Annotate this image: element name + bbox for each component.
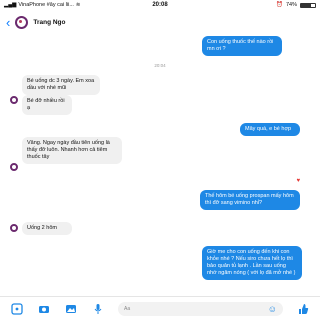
- signal-icon: ▂▄▆: [4, 2, 17, 8]
- message-out[interactable]: Mây quá, e bé hợp: [240, 123, 300, 136]
- avatar: [10, 96, 18, 104]
- battery-icon: [300, 2, 316, 8]
- image-icon[interactable]: [64, 302, 78, 316]
- contact-name[interactable]: Trang Ngo: [33, 19, 65, 26]
- chat-header: ‹ Trang Ngo: [0, 11, 320, 33]
- emoji-icon[interactable]: ☺: [268, 304, 277, 314]
- message-in[interactable]: Uống 2 hôm: [22, 222, 72, 235]
- clock: 20:08: [152, 2, 168, 8]
- composer-bar: Aa ☺: [0, 296, 320, 320]
- carrier-group: ▂▄▆ VinaPhone #ây cai lii... ≋: [4, 2, 81, 8]
- heart-reaction-icon: ♥: [296, 178, 300, 184]
- battery-percent: 74%: [285, 2, 297, 8]
- message-input-placeholder: Aa: [124, 305, 131, 312]
- battery-group: ⏰ 74%: [276, 2, 316, 8]
- message-in[interactable]: Bé uống dc 3 ngày. Em xoa dầu với nhé mũ…: [22, 75, 100, 95]
- avatar[interactable]: [15, 15, 29, 29]
- avatar: [10, 224, 18, 232]
- timestamp: 20:04: [154, 63, 166, 68]
- chevron-left-icon[interactable]: ‹: [6, 16, 10, 29]
- like-icon[interactable]: [296, 302, 310, 316]
- grid-icon[interactable]: [10, 302, 24, 316]
- message-out[interactable]: Giờ me cho con uống đến khi con khỏe nhé…: [202, 246, 302, 280]
- wifi-icon: ≋: [75, 2, 81, 8]
- camera-icon[interactable]: [37, 302, 51, 316]
- message-out[interactable]: Con uống thuốc thế nào rồi mn ơi ?: [202, 36, 282, 56]
- message-out[interactable]: Thế hôm bé uống prospan mấy hôm thì đỡ s…: [200, 190, 300, 210]
- status-bar: ▂▄▆ VinaPhone #ây cai lii... ≋ 20:08 ⏰ 7…: [0, 0, 320, 10]
- message-in[interactable]: Vâng. Ngay ngày đầu tiên uống là thấy đỡ…: [22, 137, 122, 164]
- message-in[interactable]: Bé đỡ nhiều rồi ạ: [22, 95, 72, 115]
- microphone-icon[interactable]: [91, 302, 105, 316]
- avatar: [10, 163, 18, 171]
- message-input[interactable]: Aa ☺: [118, 301, 283, 316]
- alarm-icon: ⏰: [276, 2, 283, 8]
- carrier-label: VinaPhone #ây cai lii...: [18, 2, 74, 8]
